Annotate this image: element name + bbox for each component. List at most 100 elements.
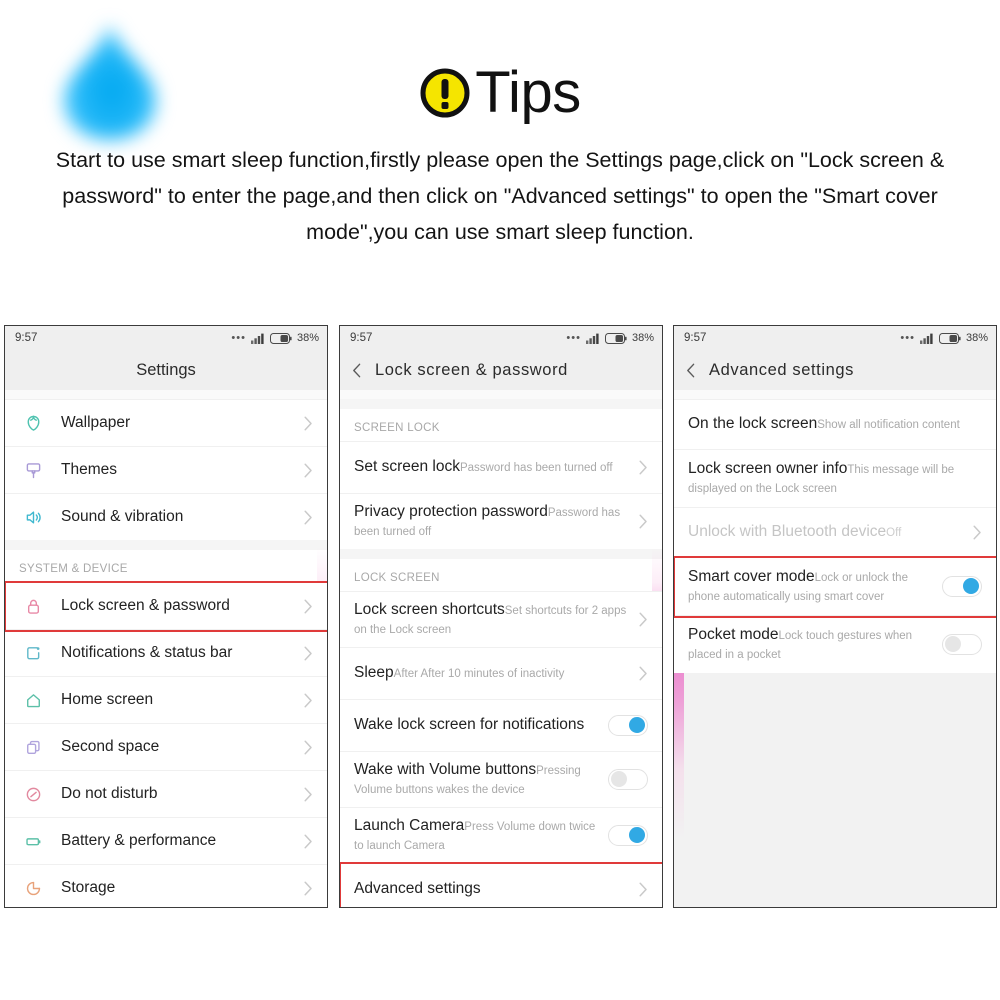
chevron-right-icon [639,460,647,474]
list-item-second-space[interactable]: Second space [5,723,327,770]
chevron-right-icon [304,463,312,477]
storage-icon [5,878,61,899]
toggle-switch[interactable] [608,714,648,736]
toggle-switch[interactable] [942,633,982,655]
toggle-switch[interactable] [608,824,648,846]
list-item-label: Second space [61,738,160,755]
list-item-title: Advanced settings [354,880,481,897]
chevron-right-icon [304,740,312,754]
tips-paragraph: Start to use smart sleep function,firstl… [55,148,945,244]
list-item-title: Set screen lock [354,458,460,475]
list-item-unlock-with-bluetooth-device[interactable]: Unlock with Bluetooth deviceOff [674,507,996,557]
list-item-title: Launch Camera [354,817,465,834]
chevron-wrap [294,463,327,478]
list-item-title: Sleep [354,664,394,681]
status-bar: 9:57 ••• 38% [674,326,996,350]
battery-icon [5,831,61,852]
chevron-wrap [294,834,327,849]
list-item-battery-performance[interactable]: Battery & performance [5,817,327,864]
list-item-title: Pocket mode [688,626,779,643]
list-item-subtitle: Off [886,527,902,539]
list-item-label: Themes [61,461,117,478]
battery-percent: 38% [631,332,654,344]
back-chevron-icon[interactable] [352,363,361,378]
title-divider [5,390,327,399]
list-item-lock-screen-shortcuts[interactable]: Lock screen shortcutsSet shortcuts for 2… [340,591,662,647]
more-dots-icon: ••• [231,332,246,344]
list-item-label: Notifications & status bar [61,644,233,661]
notification-icon [5,643,61,664]
signal-bars-icon [919,333,933,344]
list-item-pocket-mode[interactable]: Pocket modeLock touch gestures when plac… [674,615,996,673]
panel-title: Lock screen & password [375,360,568,379]
phone-panel-advanced-settings: 9:57 ••• 38% Advanced settings On the lock s… [673,325,997,908]
lock-icon [5,596,61,617]
list-item-label: Storage [61,879,116,896]
signal-bars-icon [585,333,599,344]
list-item-texts: Set screen lockPassword has been turned … [354,457,629,477]
list-item-texts: Wake lock screen for notifications [354,715,598,735]
panel-title: Advanced settings [709,360,855,379]
list-item-smart-cover-mode[interactable]: Smart cover modeLock or unlock the phone… [674,557,996,615]
list-item-texts: Launch CameraPress Volume down twice to … [354,816,598,854]
battery-icon [938,332,961,344]
list-item-texts: Pocket modeLock touch gestures when plac… [688,625,932,663]
list-item-label: Do not disturb [61,785,158,802]
second-space-icon [5,737,61,758]
tips-title-row: Tips [0,64,1000,122]
group-header: LOCK SCREEN [340,559,662,591]
toggle-knob [945,636,961,652]
chevron-wrap [294,881,327,896]
list-item-title: Lock screen owner info [688,460,848,477]
list-item-lock-screen-owner-info[interactable]: Lock screen owner infoThis message will … [674,449,996,507]
chevron-right-icon [639,612,647,626]
list-item-label: Sound & vibration [61,508,184,525]
toggle-switch[interactable] [608,768,648,790]
chevron-right-icon [304,510,312,524]
title-bar: Lock screen & password [340,350,662,390]
toggle-knob [963,578,979,594]
status-bar: 9:57 ••• 38% [340,326,662,350]
toggle-knob [629,827,645,843]
list-item-storage[interactable]: Storage [5,864,327,907]
settings-list: Wallpaper Themes Sound & vibration SYSTEM &… [5,399,327,907]
list-item-advanced-settings[interactable]: Advanced settings [340,863,662,907]
flower-icon [5,413,61,434]
chevron-right-icon [304,881,312,895]
chevron-right-icon [304,787,312,801]
status-bar-clock: 9:57 [350,332,373,344]
toggle-switch[interactable] [942,575,982,597]
do-not-disturb-icon [5,784,61,805]
list-item-on-the-lock-screen[interactable]: On the lock screenShow all notification … [674,399,996,449]
list-item-wallpaper[interactable]: Wallpaper [5,399,327,446]
list-item-notifications-status-bar[interactable]: Notifications & status bar [5,629,327,676]
list-item-title: Wake lock screen for notifications [354,716,585,733]
list-item-label: Home screen [61,691,154,708]
list-item-title: Lock screen shortcuts [354,601,505,618]
chevron-right-icon [304,646,312,660]
list-item-texts: Lock screen owner infoThis message will … [688,459,982,497]
list-item-sleep[interactable]: SleepAfter After 10 minutes of inactivit… [340,647,662,699]
list-item-home-screen[interactable]: Home screen [5,676,327,723]
list-item-wake-lock-screen-for-notifications[interactable]: Wake lock screen for notifications [340,699,662,751]
list-item-privacy-protection-password[interactable]: Privacy protection passwordPassword has … [340,493,662,549]
back-chevron-icon[interactable] [686,363,695,378]
empty-area [674,673,996,907]
list-item-wake-with-volume-buttons[interactable]: Wake with Volume buttonsPressing Volume … [340,751,662,807]
list-item-set-screen-lock[interactable]: Set screen lockPassword has been turned … [340,441,662,493]
chevron-wrap [294,787,327,802]
chevron-wrap [294,599,327,614]
list-item-do-not-disturb[interactable]: Do not disturb [5,770,327,817]
list-item-sound-vibration[interactable]: Sound & vibration [5,493,327,540]
title-bar: Settings [5,350,327,390]
list-item-lock-screen-password[interactable]: Lock screen & password [5,582,327,629]
group-separator [340,399,662,409]
list-item-title: Privacy protection password [354,503,548,520]
list-item-title: Wake with Volume buttons [354,761,537,778]
list-item-launch-camera[interactable]: Launch CameraPress Volume down twice to … [340,807,662,863]
battery-percent: 38% [296,332,319,344]
chevron-right-icon [304,834,312,848]
list-item-themes[interactable]: Themes [5,446,327,493]
panel-title: Settings [136,360,196,379]
battery-icon [269,332,292,344]
